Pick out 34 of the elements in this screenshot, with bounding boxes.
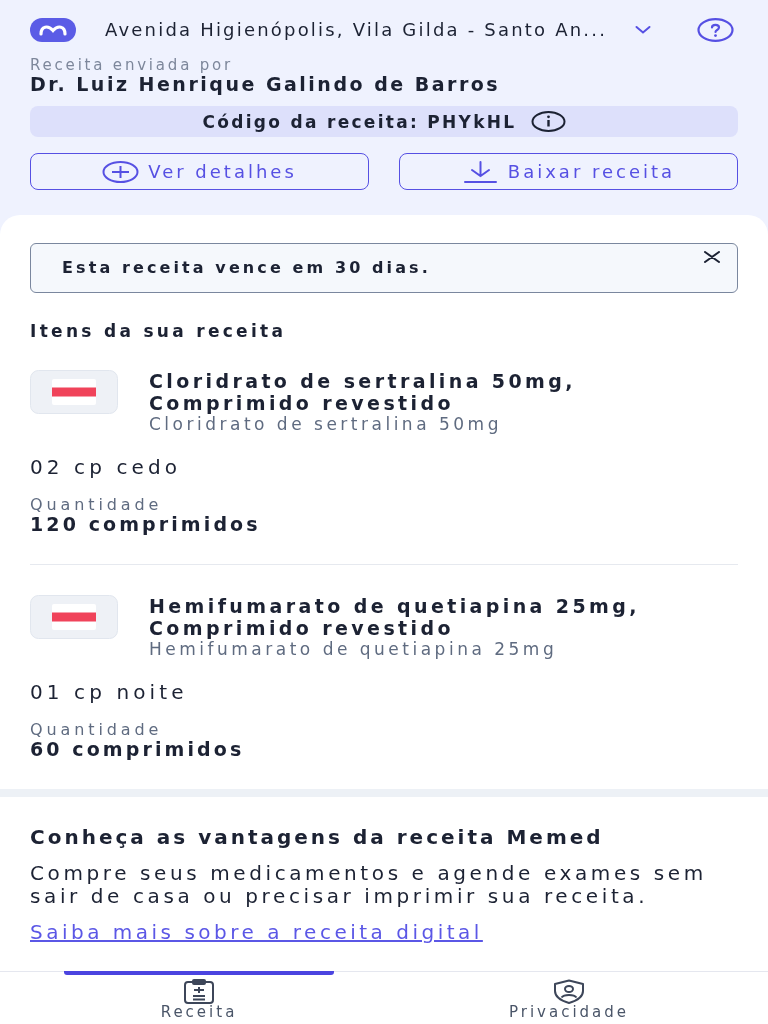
logo-icon [30, 18, 76, 42]
medicine-box-icon [30, 595, 118, 639]
learn-more-link[interactable]: Saiba mais sobre a receita digital [30, 920, 483, 944]
nav-tab[interactable]: Privacidade [384, 972, 754, 1024]
alert-text: Esta receita vence em 30 dias. [62, 258, 432, 278]
quantity-value: 120 comprimidos [30, 514, 262, 534]
address-selector[interactable]: Avenida Higienópolis, Vila Gilda - Santo An... [105, 19, 635, 41]
medication-generic-name: Cloridrato de sertralina 50mg [149, 414, 503, 434]
clipboard-icon [182, 979, 216, 1004]
promo-text: Compre seus medicamentos e agende exames sem sair de casa ou precisar imprimir sua receita. [30, 862, 708, 908]
medication-name: Hemifumarato de quetiapina 25mg, Comprimido revestido [149, 595, 641, 639]
chevron-down-icon[interactable] [635, 25, 651, 35]
section-title: Itens da sua receita [30, 320, 288, 342]
sender-label: Receita enviada por [30, 57, 234, 73]
medication-name: Cloridrato de sertralina 50mg, Comprimido revestido [149, 370, 577, 414]
promo-title: Conheça as vantagens da receita Memed [30, 825, 605, 849]
dosage-instruction: 01 cp noite [30, 680, 189, 704]
download-icon [461, 160, 499, 183]
quantity-label: Quantidade [30, 721, 164, 739]
close-icon[interactable] [703, 251, 721, 263]
details-button[interactable]: Ver detalhes [30, 153, 369, 190]
prescription-code: Código da receita: PHYkHL [202, 111, 517, 132]
doctor-name: Dr. Luiz Henrique Galindo de Barros [30, 73, 502, 95]
download-button[interactable]: Baixar receita [399, 153, 738, 190]
medication-generic-name: Hemifumarato de quetiapina 25mg [149, 639, 559, 659]
plus-circle-icon [102, 160, 140, 183]
dosage-instruction: 02 cp cedo [30, 455, 183, 479]
medicine-box-icon [30, 370, 118, 414]
quantity-label: Quantidade [30, 496, 164, 514]
info-icon[interactable] [530, 111, 566, 132]
shield-user-icon [552, 979, 586, 1004]
help-icon[interactable] [697, 18, 734, 42]
nav-tab[interactable]: Receita [14, 972, 384, 1024]
quantity-value: 60 comprimidos [30, 739, 246, 759]
